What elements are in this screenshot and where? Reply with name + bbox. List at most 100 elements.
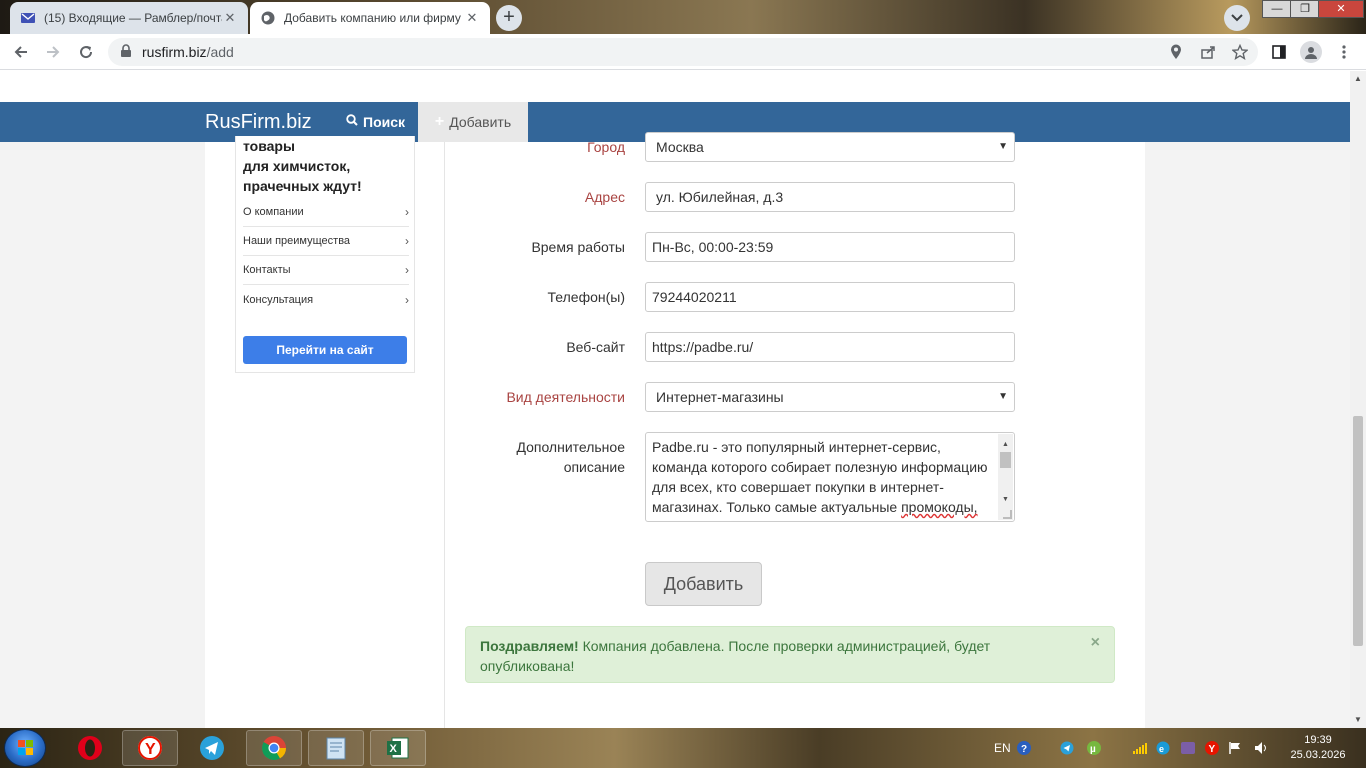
chrome-icon[interactable] [246, 730, 302, 766]
telegram-icon[interactable] [184, 730, 240, 766]
edge-tray-icon[interactable]: e [1156, 728, 1170, 768]
hours-input[interactable]: Пн-Вс, 00:00-23:59 [645, 232, 1015, 262]
form-row-hours: Время работы Пн-Вс, 00:00-23:59 [445, 232, 1145, 262]
globe-icon [260, 10, 276, 26]
window-close-button[interactable]: ✕ [1318, 0, 1364, 18]
yandex-tray-icon[interactable]: Y [1204, 728, 1220, 768]
hours-label: Время работы [531, 239, 625, 255]
tab-title: Добавить компанию или фирму [284, 11, 461, 25]
phone-label: Телефон(ы) [547, 289, 625, 305]
opera-icon[interactable] [62, 730, 118, 766]
svg-text:Y: Y [1209, 744, 1216, 755]
ad-title[interactable]: товары для химчисток, прачечных ждут! [243, 136, 413, 196]
description-text-misspelled: промокоды, [901, 499, 978, 515]
windows-taskbar: Y X EN ? µ e Y 19:39 25.03.2026 [0, 728, 1366, 768]
alert-close-button[interactable]: × [1091, 633, 1100, 653]
window-maximize-button[interactable]: ❐ [1290, 0, 1320, 18]
new-tab-button[interactable]: + [496, 5, 522, 31]
lock-icon[interactable] [120, 43, 134, 61]
browser-menu-icon[interactable] [1334, 42, 1354, 62]
ad-menu-item-consultation[interactable]: Консультация › [243, 285, 409, 314]
taskbar-clock[interactable]: 19:39 25.03.2026 [1288, 733, 1348, 763]
form-row-address: Адрес ул. Юбилейная, д.3 [445, 182, 1145, 212]
mail-icon [20, 10, 36, 26]
forward-icon[interactable] [41, 40, 65, 64]
ad-menu-item-about[interactable]: О компании › [243, 198, 409, 227]
main-container: товары для химчисток, прачечных ждут! О … [205, 132, 1145, 728]
website-input[interactable]: https://padbe.ru/ [645, 332, 1015, 362]
app-tray-icon[interactable] [1180, 728, 1196, 768]
utorrent-icon[interactable]: µ [1086, 728, 1102, 768]
start-button[interactable] [4, 729, 46, 767]
browser-toolbar: rusfirm.biz/add [0, 34, 1366, 70]
help-icon[interactable]: ? [1016, 728, 1032, 768]
form-row-city: Город Москва ▼ [445, 132, 1145, 162]
description-label: Дополнительное описание [445, 437, 625, 477]
svg-text:µ: µ [1090, 744, 1096, 755]
chevron-right-icon: › [405, 205, 409, 219]
reload-icon[interactable] [74, 40, 98, 64]
alert-strong: Поздравляем! [480, 638, 579, 654]
chevron-down-icon: ▼ [998, 141, 1008, 152]
ad-go-to-site-button[interactable]: Перейти на сайт [243, 336, 407, 364]
window-minimize-button[interactable]: — [1262, 0, 1292, 18]
close-tab-icon[interactable]: ✕ [464, 10, 480, 26]
chevron-down-icon [1231, 14, 1243, 22]
ad-menu-label: Консультация [243, 293, 314, 306]
scroll-down-icon[interactable]: ▼ [1350, 712, 1366, 728]
bookmark-star-icon[interactable] [1230, 42, 1250, 62]
browser-tab-strip: (15) Входящие — Рамблер/почта ✕ Добавить… [0, 0, 1366, 34]
description-label-line: Дополнительное [516, 439, 625, 455]
share-icon[interactable] [1198, 42, 1218, 62]
profile-avatar-icon[interactable] [1300, 41, 1322, 63]
telegram-tray-icon[interactable] [1060, 728, 1074, 768]
form-row-description: Дополнительное описание Padbe.ru - это п… [445, 432, 1145, 522]
plus-icon: + [434, 113, 445, 130]
ad-title-line: для химчисток, [243, 158, 351, 174]
action-center-flag-icon[interactable] [1228, 728, 1242, 768]
notepad-icon[interactable] [308, 730, 364, 766]
ad-title-line: прачечных ждут! [243, 178, 362, 194]
textarea-scrollbar[interactable]: ▲ ▼ [998, 434, 1013, 520]
ad-menu-item-contacts[interactable]: Контакты › [243, 256, 409, 285]
close-tab-icon[interactable]: ✕ [222, 10, 238, 26]
chevron-right-icon: › [405, 234, 409, 248]
excel-icon[interactable]: X [370, 730, 426, 766]
svg-text:e: e [1159, 744, 1164, 754]
chevron-down-icon: ▼ [998, 391, 1008, 402]
ad-menu-item-advantages[interactable]: Наши преимущества › [243, 227, 409, 256]
address-bar[interactable]: rusfirm.biz/add [108, 38, 1258, 66]
scroll-down-icon[interactable]: ▼ [998, 490, 1013, 510]
location-icon[interactable] [1166, 42, 1186, 62]
page-scrollbar[interactable]: ▲ ▼ [1350, 71, 1366, 728]
resize-handle-icon[interactable] [1003, 510, 1012, 519]
volume-icon[interactable] [1254, 728, 1270, 768]
phone-input[interactable]: 79244020211 [645, 282, 1015, 312]
sidebar-ad: товары для химчисток, прачечных ждут! О … [235, 136, 415, 373]
city-select[interactable]: Москва ▼ [645, 132, 1015, 162]
address-input[interactable]: ул. Юбилейная, д.3 [645, 182, 1015, 212]
city-select-value: Москва [656, 139, 704, 155]
scroll-up-icon[interactable]: ▲ [1350, 71, 1366, 87]
page-scroll-thumb[interactable] [1353, 416, 1363, 646]
ad-menu-label: О компании [243, 206, 304, 218]
form-row-website: Веб-сайт https://padbe.ru/ [445, 332, 1145, 362]
activity-select-value: Интернет-магазины [656, 389, 784, 405]
submit-add-button[interactable]: Добавить [645, 562, 762, 606]
textarea-scroll-thumb[interactable] [1000, 452, 1011, 468]
chevron-right-icon: › [405, 292, 409, 307]
description-textarea[interactable]: Padbe.ru - это популярный интернет-серви… [645, 432, 1015, 522]
tab-search-button[interactable] [1224, 5, 1250, 31]
activity-select[interactable]: Интернет-магазины ▼ [645, 382, 1015, 412]
tab-add-company[interactable]: Добавить компанию или фирму ✕ [250, 2, 490, 34]
city-label: Город [587, 139, 625, 155]
page-viewport: RusFirm.biz Поиск + Добавить товары для … [0, 71, 1350, 728]
back-icon[interactable] [9, 40, 33, 64]
address-label: Адрес [584, 189, 625, 205]
yandex-browser-icon[interactable]: Y [122, 730, 178, 766]
network-icon[interactable] [1132, 728, 1148, 768]
tab-rambler-mail[interactable]: (15) Входящие — Рамблер/почта ✕ [10, 2, 248, 34]
language-indicator[interactable]: EN [994, 728, 1011, 768]
svg-text:?: ? [1021, 744, 1027, 755]
side-panel-icon[interactable] [1269, 42, 1289, 62]
